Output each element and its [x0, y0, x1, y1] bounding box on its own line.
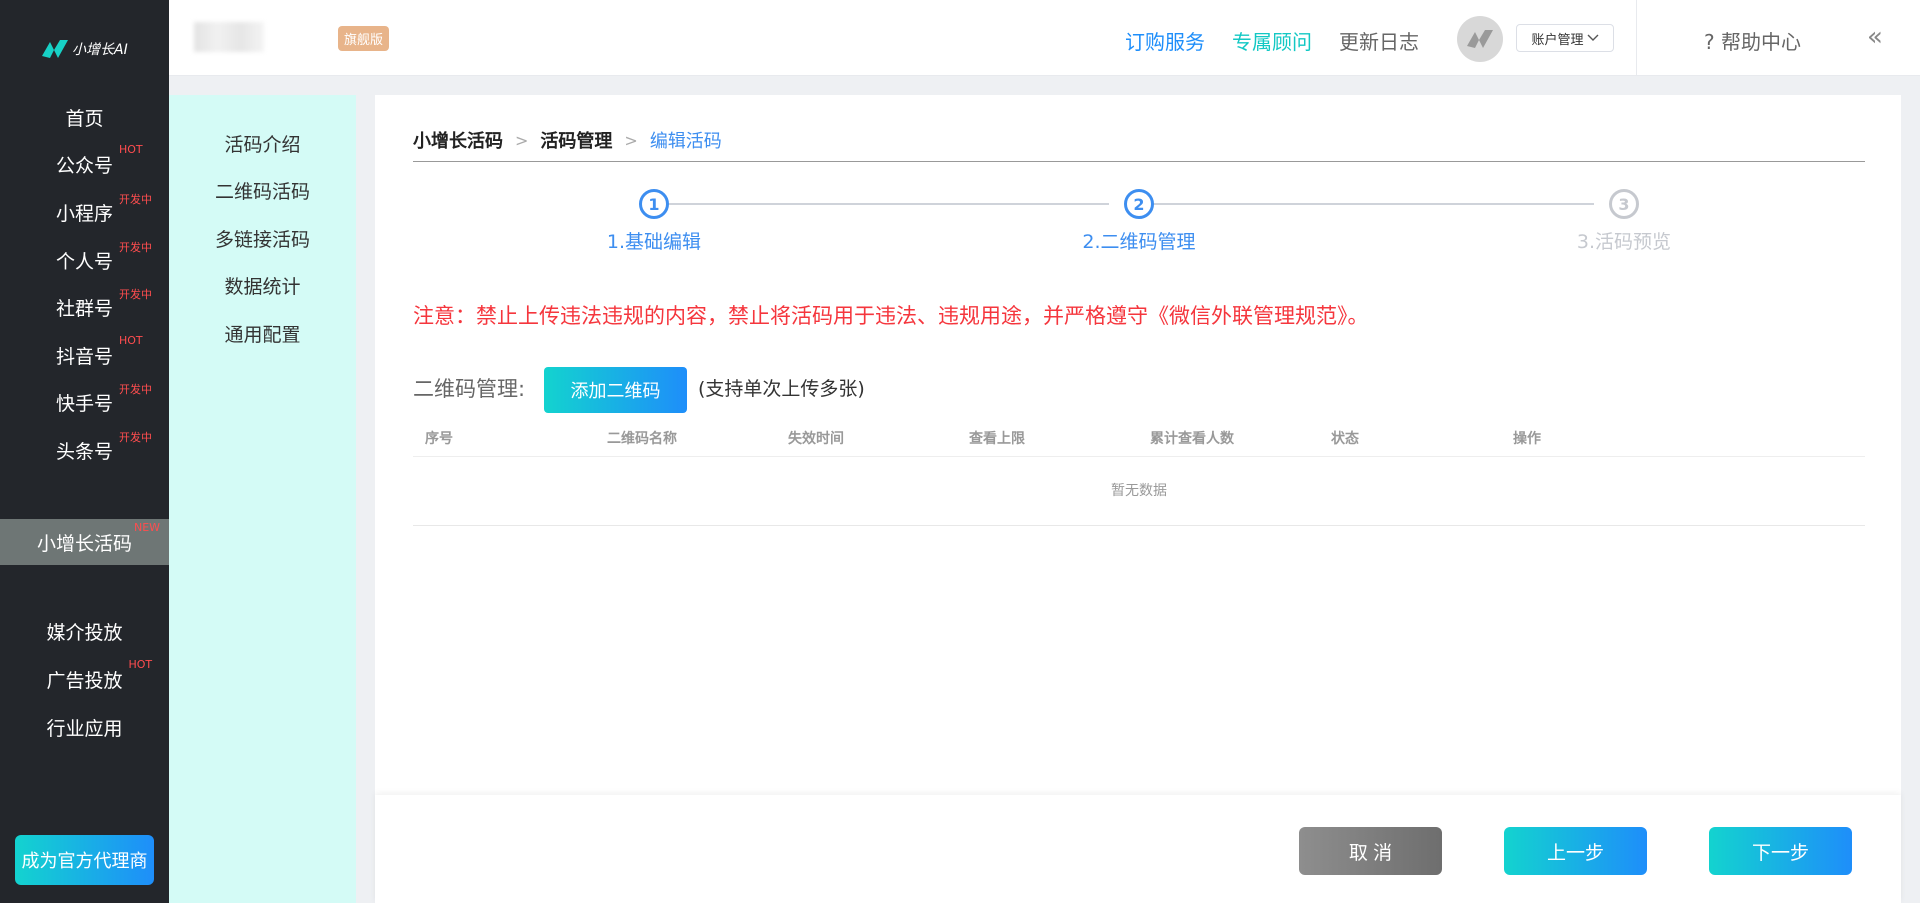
action-bar: 取 消 上一步 下一步 — [375, 795, 1901, 903]
subnav-item-intro[interactable]: 活码介绍 — [169, 130, 356, 157]
step-3-label: 3.活码预览 — [1576, 231, 1672, 253]
main-panel: 小增长活码 > 活码管理 > 编辑活码 1 2 3 1.基础编辑 2.二维码管理… — [375, 95, 1901, 795]
next-step-button[interactable]: 下一步 — [1709, 827, 1852, 875]
sidebar-item-label: 小增长活码 — [36, 532, 132, 555]
account-dropdown[interactable]: 账户管理 — [1516, 24, 1614, 52]
chevron-right-icon: > — [624, 130, 638, 150]
sidebar-item-label: 公众号 — [55, 154, 113, 177]
chevron-down-icon — [1587, 34, 1598, 41]
account-dropdown-label: 账户管理 — [1531, 32, 1584, 48]
avatar-logo-icon — [1467, 30, 1493, 48]
table-empty-state: 暂无数据 — [413, 458, 1865, 526]
logo-text: 小增长AI — [72, 42, 128, 58]
sidebar-item-label: 快手号 — [55, 392, 113, 415]
sidebar-item-label: 媒介投放 — [46, 621, 123, 644]
dev-badge: 开发中 — [119, 287, 152, 301]
avatar[interactable] — [1457, 16, 1503, 62]
qr-management-label: 二维码管理: — [413, 377, 526, 401]
sidebar-item-official-account[interactable]: 公众号 HOT — [0, 142, 169, 184]
sidebar-item-ads[interactable]: 广告投放 HOT — [0, 657, 169, 699]
dev-badge: 开发中 — [119, 430, 152, 444]
sidebar-item-label: 抖音号 — [55, 345, 113, 368]
column-header: 查看上限 — [969, 431, 1025, 447]
breadcrumb-current: 编辑活码 — [649, 131, 722, 152]
chevron-right-icon: > — [515, 130, 529, 150]
breadcrumb-divider — [413, 161, 1865, 162]
compliance-notice: 注意：禁止上传违法违规的内容，禁止将活码用于违法、违规用途，并严格遵守《微信外联… — [413, 304, 1369, 328]
changelog-link[interactable]: 更新日志 — [1339, 26, 1419, 55]
step-connector — [654, 203, 1109, 205]
sidebar-item-label: 首页 — [65, 107, 104, 130]
breadcrumb-item[interactable]: 小增长活码 — [413, 127, 503, 153]
sidebar-item-live-code[interactable]: 小增长活码 NEW — [0, 519, 169, 565]
sidebar-item-home[interactable]: 首页 — [0, 97, 169, 137]
subscribe-link[interactable]: 订购服务 — [1125, 26, 1205, 55]
new-badge: NEW — [134, 520, 161, 534]
sidebar-item-label: 头条号 — [55, 440, 113, 463]
sidebar-item-label: 小程序 — [55, 202, 113, 225]
column-header: 二维码名称 — [607, 431, 677, 447]
breadcrumb-item[interactable]: 活码管理 — [540, 127, 612, 153]
add-qr-code-button[interactable]: 添加二维码 — [544, 367, 687, 413]
sidebar-item-toutiao[interactable]: 头条号 开发中 — [0, 430, 169, 470]
column-header: 序号 — [425, 431, 453, 447]
column-header: 累计查看人数 — [1150, 431, 1234, 447]
logo-icon — [42, 40, 68, 58]
app-logo[interactable]: 小增长AI — [40, 38, 128, 60]
cancel-button[interactable]: 取 消 — [1299, 827, 1442, 875]
sidebar-item-mini-program[interactable]: 小程序 开发中 — [0, 192, 169, 232]
main-sidebar: 小增长AI 首页 公众号 HOT 小程序 开发中 个人号 开发中 社群号 开发中 抖音号… — [0, 0, 169, 903]
sidebar-item-industry[interactable]: 行业应用 — [0, 707, 169, 747]
top-header: 旗舰版 订购服务 专属顾问 更新日志 账户管理 ? 帮助中心 « — [169, 0, 1920, 76]
sidebar-item-personal[interactable]: 个人号 开发中 — [0, 240, 169, 280]
breadcrumb: 小增长活码 > 活码管理 > 编辑活码 — [413, 127, 722, 153]
step-1-label: 1.基础编辑 — [606, 231, 702, 253]
sub-sidebar: 活码介绍 二维码活码 多链接活码 数据统计 通用配置 — [169, 95, 356, 903]
step-connector — [1139, 203, 1594, 205]
become-agent-button[interactable]: 成为官方代理商 — [15, 835, 154, 885]
collapse-icon[interactable]: « — [1867, 22, 1883, 52]
help-label: 帮助中心 — [1720, 30, 1801, 54]
advisor-link[interactable]: 专属顾问 — [1232, 26, 1312, 55]
step-2-circle: 2 — [1124, 189, 1154, 219]
help-icon: ? — [1704, 30, 1715, 54]
upload-hint: (支持单次上传多张) — [698, 378, 865, 400]
subnav-item-qr-code[interactable]: 二维码活码 — [169, 177, 356, 204]
subnav-item-general-config[interactable]: 通用配置 — [169, 320, 356, 347]
column-header: 操作 — [1513, 431, 1541, 447]
hot-badge: HOT — [119, 333, 143, 347]
sidebar-item-media[interactable]: 媒介投放 — [0, 611, 169, 651]
sidebar-item-label: 行业应用 — [46, 717, 123, 740]
sidebar-item-label: 广告投放 — [46, 669, 123, 692]
hot-badge: HOT — [128, 657, 153, 671]
user-name-blurred — [194, 22, 264, 52]
column-header: 失效时间 — [788, 431, 844, 447]
sidebar-item-label: 社群号 — [55, 297, 113, 320]
step-3-circle: 3 — [1609, 189, 1639, 219]
sidebar-item-douyin[interactable]: 抖音号 HOT — [0, 333, 169, 375]
dev-badge: 开发中 — [119, 192, 152, 206]
sidebar-item-community[interactable]: 社群号 开发中 — [0, 287, 169, 327]
table-header: 序号 二维码名称 失效时间 查看上限 累计查看人数 状态 操作 — [413, 417, 1865, 457]
dev-badge: 开发中 — [119, 240, 152, 254]
prev-step-button[interactable]: 上一步 — [1504, 827, 1647, 875]
column-header: 状态 — [1331, 431, 1359, 447]
sidebar-item-kuaishou[interactable]: 快手号 开发中 — [0, 382, 169, 422]
sidebar-item-label: 个人号 — [55, 250, 113, 273]
step-2-label: 2.二维码管理 — [1082, 231, 1196, 253]
hot-badge: HOT — [119, 142, 143, 156]
help-center-link[interactable]: ? 帮助中心 — [1704, 26, 1801, 55]
header-divider — [1636, 0, 1637, 76]
subnav-item-stats[interactable]: 数据统计 — [169, 272, 356, 299]
subnav-item-multi-link[interactable]: 多链接活码 — [169, 225, 356, 252]
step-1-circle: 1 — [639, 189, 669, 219]
dev-badge: 开发中 — [119, 382, 152, 396]
edition-badge: 旗舰版 — [338, 26, 390, 51]
